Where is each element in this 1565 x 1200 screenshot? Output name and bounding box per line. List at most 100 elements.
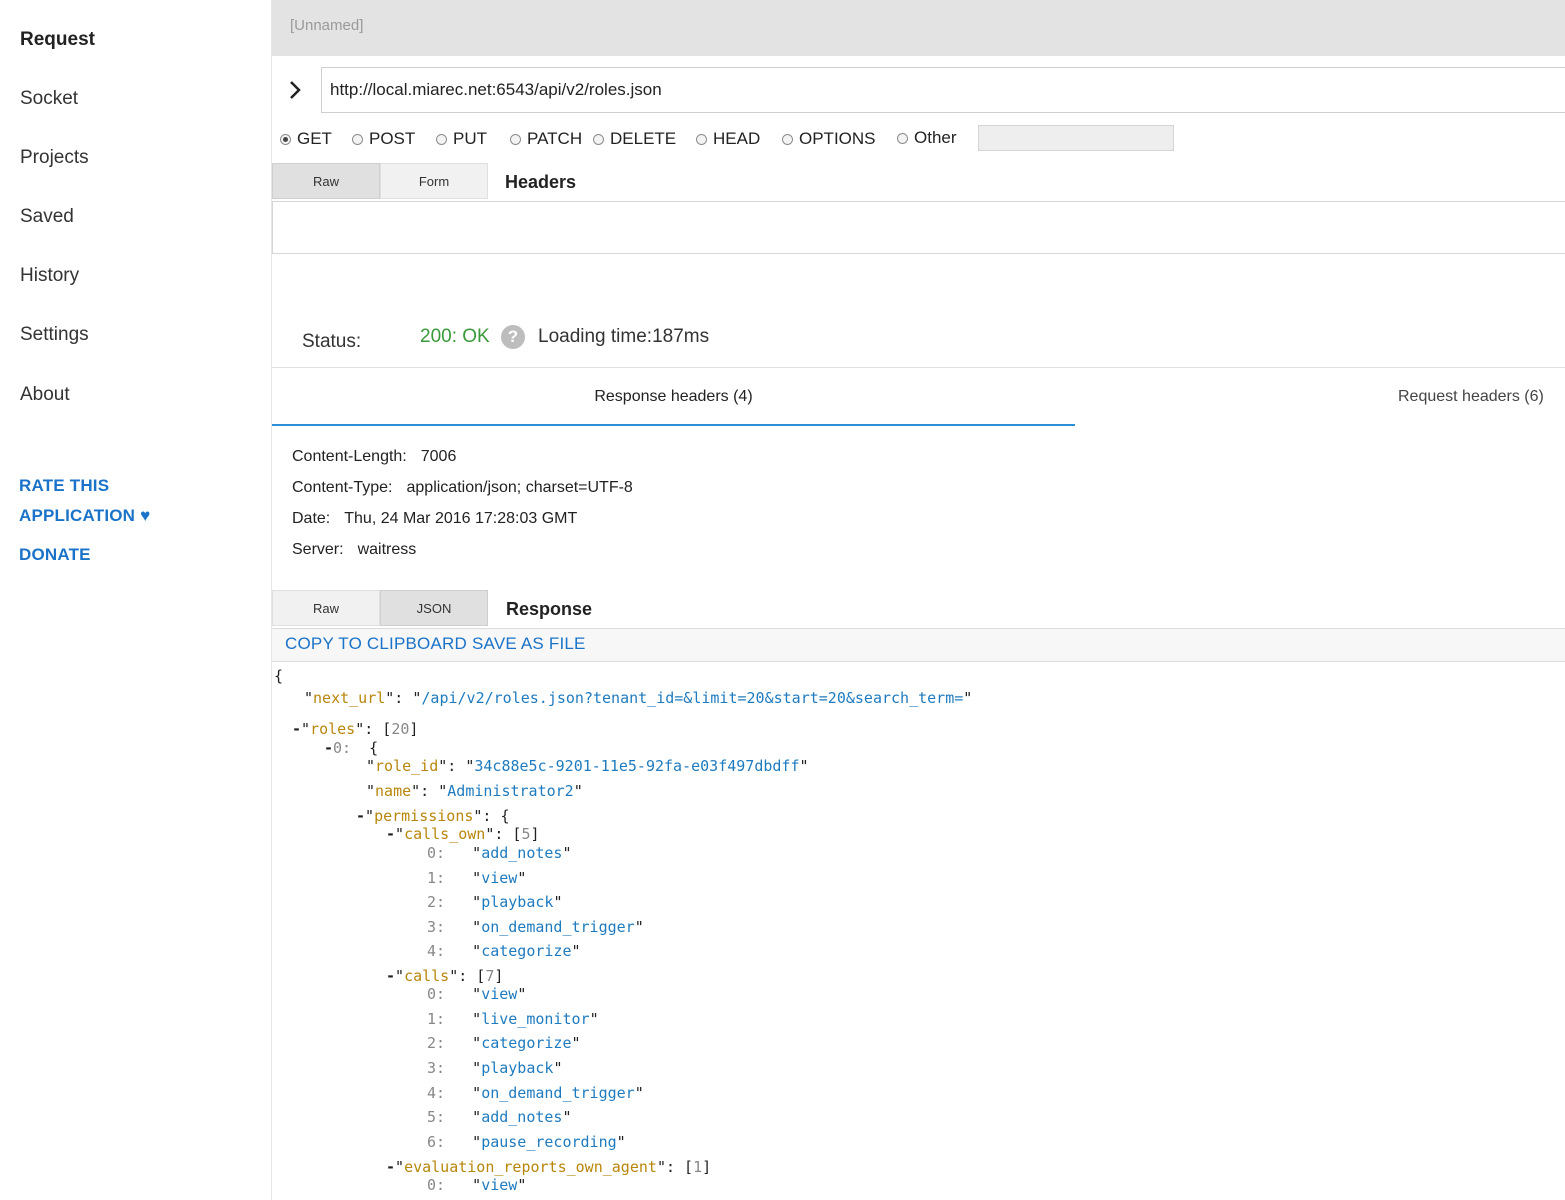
json-string: playback xyxy=(481,1059,554,1077)
header-value: Thu, 24 Mar 2016 17:28:03 GMT xyxy=(344,510,578,527)
tab-request-headers[interactable]: Request headers (6) xyxy=(1398,368,1544,426)
json-array-item: 2: "categorize" xyxy=(427,1034,581,1052)
json-array-item: 4: "categorize" xyxy=(427,942,581,960)
url-input[interactable]: http://local.miarec.net:6543/api/v2/role… xyxy=(321,67,1565,113)
json-line-eval: -"evaluation_reports_own_agent": [1] xyxy=(386,1158,712,1176)
response-header-row: Server: waitress xyxy=(292,541,416,559)
json-index: 0: xyxy=(333,739,352,757)
json-key: permissions xyxy=(374,807,474,825)
nav-socket[interactable]: Socket xyxy=(20,88,78,110)
json-array-item: 1: "live_monitor" xyxy=(427,1010,599,1028)
response-tab-raw[interactable]: Raw xyxy=(272,590,380,626)
nav-about[interactable]: About xyxy=(20,384,70,406)
json-viewer: { "next_url": "/api/v2/roles.json?tenant… xyxy=(272,663,1565,1200)
json-string: categorize xyxy=(481,942,572,960)
header-value: application/json; charset=UTF-8 xyxy=(406,479,633,496)
main-panel: [Unnamed] http://local.miarec.net:6543/a… xyxy=(271,0,1565,1200)
method-put[interactable]: PUT xyxy=(436,128,487,150)
json-array-item: 0: "view" xyxy=(427,985,527,1003)
json-string: 34c88e5c-9201-11e5-92fa-e03f497dbdff xyxy=(474,757,800,775)
json-key: role_id xyxy=(375,757,439,775)
request-name-bar[interactable]: [Unnamed] xyxy=(272,0,1565,56)
radio-delete[interactable] xyxy=(593,133,604,145)
chevron-right-icon[interactable] xyxy=(286,78,306,102)
save-as-file-button[interactable]: SAVE AS FILE xyxy=(472,634,586,654)
collapse-toggle[interactable]: - xyxy=(356,807,365,825)
method-other[interactable]: Other xyxy=(897,127,957,149)
json-string: view xyxy=(481,1176,518,1194)
collapse-toggle[interactable]: - xyxy=(324,739,333,757)
nav-saved[interactable]: Saved xyxy=(20,206,74,228)
method-patch-label: PATCH xyxy=(527,129,583,148)
nav-history[interactable]: History xyxy=(20,265,79,287)
method-post[interactable]: POST xyxy=(352,128,415,150)
json-line-roles: -"roles": [20] xyxy=(292,720,419,738)
json-string: live_monitor xyxy=(481,1010,590,1028)
request-name[interactable]: [Unnamed] xyxy=(290,17,363,34)
rate-app-link-line2[interactable]: APPLICATION ♥ xyxy=(19,506,150,526)
nav-projects[interactable]: Projects xyxy=(20,147,89,169)
json-key: next_url xyxy=(313,689,386,707)
help-icon[interactable]: ? xyxy=(501,325,525,349)
json-key: calls_own xyxy=(404,825,486,843)
method-delete[interactable]: DELETE xyxy=(593,128,676,150)
nav-request[interactable]: Request xyxy=(20,29,95,51)
method-options[interactable]: OPTIONS xyxy=(782,128,876,150)
rate-app-link-line1[interactable]: RATE THIS xyxy=(19,476,109,496)
json-open-brace: { xyxy=(274,667,284,685)
radio-put[interactable] xyxy=(436,133,447,145)
header-value: 7006 xyxy=(420,448,457,465)
json-array-item: 4: "on_demand_trigger" xyxy=(427,1084,644,1102)
method-post-label: POST xyxy=(369,129,416,148)
radio-other[interactable] xyxy=(897,132,908,144)
json-string: categorize xyxy=(481,1034,572,1052)
response-header-row: Content-Type: application/json; charset=U… xyxy=(292,479,633,497)
radio-options[interactable] xyxy=(782,133,793,145)
status-value: 200: OK xyxy=(420,326,490,347)
json-count: 5 xyxy=(521,825,531,843)
json-string: add_notes xyxy=(481,1108,563,1126)
response-toolbar: COPY TO CLIPBOARD SAVE AS FILE xyxy=(272,628,1565,662)
json-line-role-id: "role_id": "34c88e5c-9201-11e5-92fa-e03f… xyxy=(366,757,809,775)
json-array-item: 0: "add_notes" xyxy=(427,844,572,862)
json-key: evaluation_reports_own_agent xyxy=(404,1158,657,1176)
tab-response-headers[interactable]: Response headers (4) xyxy=(272,368,1075,426)
headers-tab-raw[interactable]: Raw xyxy=(272,163,380,199)
method-patch[interactable]: PATCH xyxy=(510,128,582,150)
response-header-row: Date: Thu, 24 Mar 2016 17:28:03 GMT xyxy=(292,510,577,528)
donate-link[interactable]: DONATE xyxy=(19,545,91,565)
headers-textarea[interactable] xyxy=(272,201,1565,254)
json-string: view xyxy=(481,869,518,887)
copy-to-clipboard-button[interactable]: COPY TO CLIPBOARD xyxy=(285,634,467,654)
header-value: waitress xyxy=(357,541,417,558)
json-string: Administrator2 xyxy=(447,782,574,800)
json-string: view xyxy=(481,985,518,1003)
json-string: pause_recording xyxy=(481,1133,617,1151)
collapse-toggle[interactable]: - xyxy=(386,1158,395,1176)
json-line-name: "name": "Administrator2" xyxy=(366,782,583,800)
json-array-item: 6: "pause_recording" xyxy=(427,1133,626,1151)
headers-title: Headers xyxy=(505,172,577,192)
nav-settings[interactable]: Settings xyxy=(20,324,89,346)
json-string: on_demand_trigger xyxy=(481,918,635,936)
response-tab-json[interactable]: JSON xyxy=(380,590,488,626)
collapse-toggle[interactable]: - xyxy=(292,720,301,738)
method-get[interactable]: GET xyxy=(280,128,332,150)
status-label: Status: xyxy=(302,331,362,352)
radio-patch[interactable] xyxy=(510,133,521,145)
header-name: Date: xyxy=(292,510,331,527)
radio-post[interactable] xyxy=(352,133,363,145)
radio-get[interactable] xyxy=(280,133,291,145)
method-head[interactable]: HEAD xyxy=(696,128,760,150)
collapse-toggle[interactable]: - xyxy=(386,825,395,843)
other-method-input[interactable] xyxy=(978,125,1174,151)
response-header-row: Content-Length: 7006 xyxy=(292,448,456,466)
method-get-label: GET xyxy=(297,129,332,148)
method-delete-label: DELETE xyxy=(610,129,677,148)
json-string[interactable]: /api/v2/roles.json?tenant_id=&limit=20&s… xyxy=(421,689,963,707)
header-name: Content-Type: xyxy=(292,479,393,496)
headers-tab-form[interactable]: Form xyxy=(380,163,488,199)
radio-head[interactable] xyxy=(696,133,707,145)
collapse-toggle[interactable]: - xyxy=(386,967,395,985)
method-put-label: PUT xyxy=(453,129,487,148)
